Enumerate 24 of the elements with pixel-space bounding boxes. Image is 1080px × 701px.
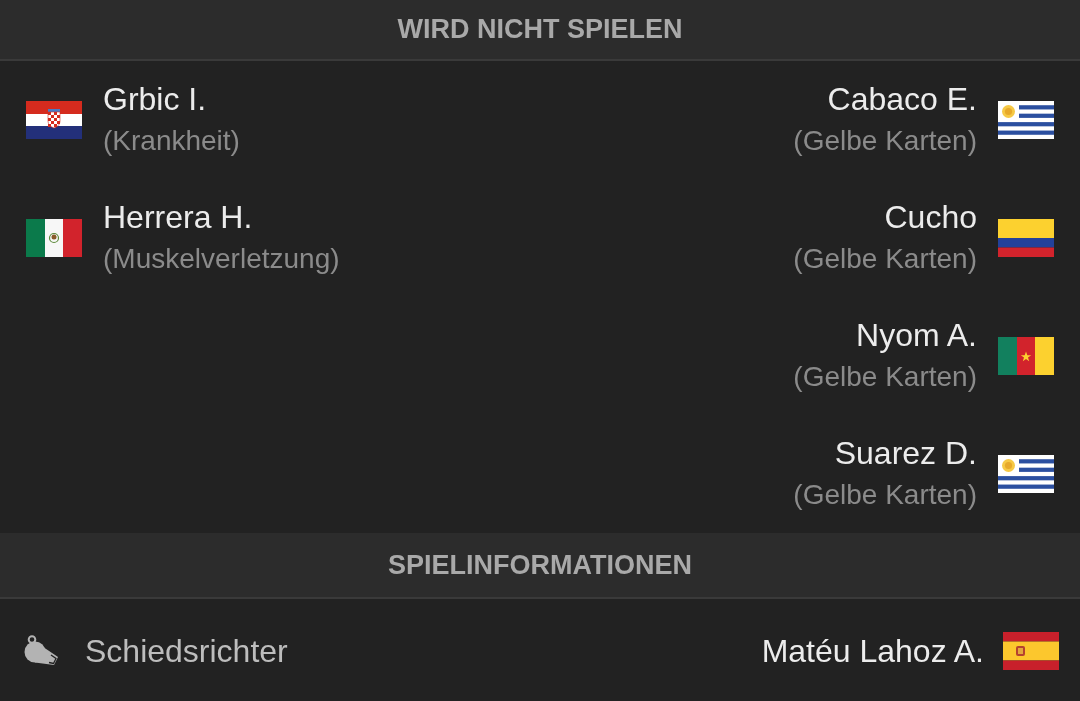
player-name: Suarez D. xyxy=(834,434,977,473)
uruguay-flag-icon xyxy=(998,455,1054,493)
referee-name: Matéu Lahoz A. xyxy=(761,631,984,671)
player-name: Herrera H. xyxy=(103,198,253,237)
referee-label: Schiedsrichter xyxy=(85,631,288,671)
section-header: WIRD NICHT SPIELEN xyxy=(0,0,1080,61)
player-name: Grbic I. xyxy=(103,80,207,119)
mexico-flag-icon xyxy=(26,219,82,257)
whistle-icon xyxy=(23,634,61,667)
absence-reason: (Gelbe Karten) xyxy=(793,478,977,512)
player-name: Nyom A. xyxy=(856,316,977,355)
absence-reason: (Krankheit) xyxy=(103,124,240,158)
absence-reason: (Muskelverletzung) xyxy=(103,242,340,276)
colombia-flag-icon xyxy=(998,219,1054,257)
cameroon-flag-icon xyxy=(998,337,1054,375)
croatia-flag-icon xyxy=(26,101,82,139)
section-header: SPIELINFORMATIONEN xyxy=(0,533,1080,599)
absence-reason: (Gelbe Karten) xyxy=(793,124,977,158)
spain-flag-icon xyxy=(1003,631,1059,670)
absence-reason: (Gelbe Karten) xyxy=(793,242,977,276)
player-name: Cabaco E. xyxy=(827,80,977,119)
absence-reason: (Gelbe Karten) xyxy=(793,360,977,394)
uruguay-flag-icon xyxy=(998,101,1054,139)
player-name: Cucho xyxy=(884,198,977,237)
